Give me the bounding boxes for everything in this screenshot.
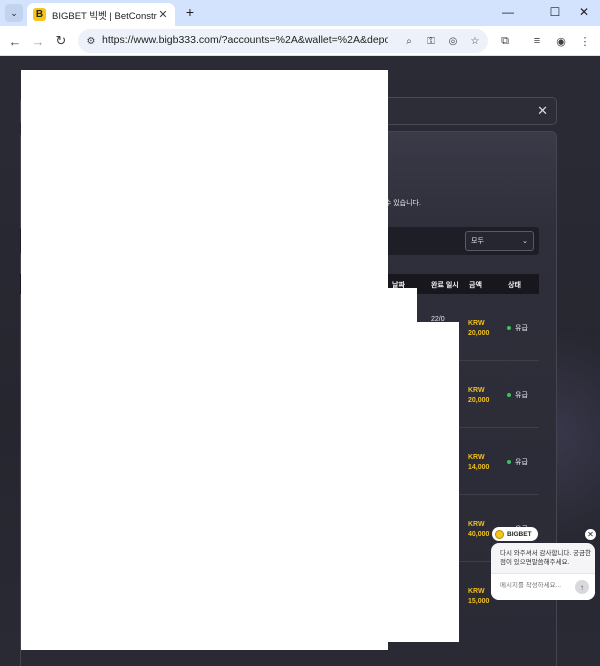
more-vert-icon[interactable]: ⋮ — [576, 32, 594, 50]
forward-button[interactable]: → — [29, 32, 47, 50]
star-icon[interactable]: ☆ — [468, 34, 482, 48]
chevron-down-icon: ⌄ — [522, 238, 528, 245]
plus-icon: + — [185, 4, 195, 20]
maximize-button[interactable]: ☐ — [545, 2, 565, 22]
browser-toolbar: ← → ↻ ⚙ https://www.bigb333.com/?account… — [0, 26, 600, 56]
url-text[interactable]: https://www.bigb333.com/?accounts=%2A&wa… — [102, 34, 388, 46]
status-dot-icon — [507, 393, 511, 397]
close-icon: ✕ — [578, 5, 590, 19]
status-cell: 유급 — [507, 457, 528, 467]
tune-icon[interactable]: ⚙ — [84, 34, 98, 48]
status-dot-icon — [507, 326, 511, 330]
profile-icon[interactable]: ◉ — [552, 32, 570, 50]
key-icon[interactable]: ⚿ — [424, 34, 438, 48]
amount-value: 20,000 — [468, 397, 490, 404]
chat-greeting-message: 다시 와주셔서 감사합니다. 궁금한점이 있으면말씀해주세요. — [500, 550, 591, 566]
status-filter-select[interactable]: 모두 ⌄ — [465, 231, 534, 251]
status-text: 유급 — [515, 325, 528, 332]
media-icon[interactable]: ≡ — [528, 32, 546, 50]
chat-input-area: ↑ — [491, 573, 595, 600]
tab-strip: ⌄ B BIGBET 빅벳 | BetConstruct 플 ✕ + — ☐ ✕ — [0, 0, 600, 26]
puzzle-icon[interactable]: ⧉ — [496, 32, 514, 50]
amount-currency: KRW — [468, 454, 485, 461]
status-text: 유급 — [515, 459, 528, 466]
header-completed-date: 완료 일시 — [431, 282, 459, 289]
amount-cell: KRW 20,000 — [468, 319, 508, 339]
close-icon[interactable]: ✕ — [537, 103, 548, 119]
chat-close-button[interactable]: ✕ — [585, 529, 596, 540]
address-bar[interactable]: ⚙ https://www.bigb333.com/?accounts=%2A&… — [78, 29, 488, 53]
close-icon[interactable]: ✕ — [157, 8, 169, 21]
chevron-down-icon: ⌄ — [10, 7, 18, 18]
eye-off-icon[interactable]: ◎ — [446, 34, 460, 48]
chat-window: 다시 와주셔서 감사합니다. 궁금한점이 있으면말씀해주세요. ↑ — [491, 543, 595, 600]
chat-brand-name: BIGBET — [507, 530, 532, 538]
status-dot-icon — [507, 460, 511, 464]
amount-value: 14,000 — [468, 464, 490, 471]
filter-selected-value: 모두 — [471, 238, 484, 245]
arrow-right-icon: → — [31, 33, 45, 49]
minimize-icon: — — [502, 5, 514, 19]
back-button[interactable]: ← — [6, 32, 24, 50]
status-cell: 유급 — [507, 323, 528, 333]
reload-button[interactable]: ↻ — [52, 32, 70, 50]
window-close-button[interactable]: ✕ — [574, 2, 594, 22]
amount-cell: KRW 14,000 — [468, 453, 508, 473]
header-status: 상태 — [508, 282, 521, 289]
bigbet-favicon-icon: B — [33, 8, 46, 21]
status-cell: 유급 — [507, 390, 528, 400]
close-icon: ✕ — [587, 530, 594, 539]
header-amount: 금액 — [469, 282, 482, 289]
chat-message-input[interactable] — [500, 582, 570, 589]
arrow-left-icon: ← — [8, 33, 22, 49]
tab-list-button[interactable]: ⌄ — [5, 4, 23, 22]
redaction-block — [388, 322, 459, 642]
amount-value: 20,000 — [468, 330, 490, 337]
chat-brand-badge[interactable]: BIGBET — [492, 527, 538, 541]
redaction-block — [21, 70, 388, 650]
amount-currency: KRW — [468, 387, 485, 394]
tab-title: BIGBET 빅벳 | BetConstruct 플 — [52, 10, 157, 22]
amount-currency: KRW — [468, 320, 485, 327]
reload-icon: ↻ — [55, 33, 67, 48]
minimize-button[interactable]: — — [498, 2, 518, 22]
bigbet-logo-icon — [495, 529, 504, 539]
amount-cell: KRW 20,000 — [468, 386, 508, 406]
maximize-icon: ☐ — [549, 5, 561, 19]
new-tab-button[interactable]: + — [181, 3, 199, 21]
browser-tab[interactable]: B BIGBET 빅벳 | BetConstruct 플 ✕ — [27, 3, 175, 26]
send-icon[interactable]: ↑ — [575, 580, 589, 594]
zoom-icon[interactable]: ⌕ — [402, 34, 416, 48]
status-text: 유급 — [515, 392, 528, 399]
